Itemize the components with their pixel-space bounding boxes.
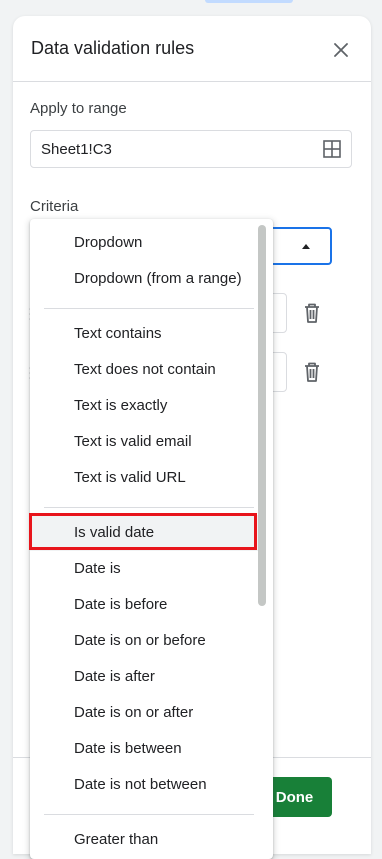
menu-item-dropdown[interactable]: Dropdown [30,225,258,261]
panel-title: Data validation rules [31,38,195,58]
menu-item-text-valid-email[interactable]: Text is valid email [30,424,258,460]
range-input[interactable]: Sheet1!C3 [30,130,352,168]
criteria-label: Criteria [30,198,79,215]
close-icon [334,43,348,57]
criteria-dropdown-menu: Dropdown Dropdown (from a range) Text co… [30,219,273,859]
trash-icon[interactable] [302,361,322,383]
menu-item-date-is[interactable]: Date is [30,551,258,587]
menu-item-is-valid-date[interactable]: Is valid date [30,515,258,551]
menu-item-date-before[interactable]: Date is before [30,587,258,623]
range-value: Sheet1!C3 [41,141,112,158]
menu-divider [44,308,254,309]
menu-scrollbar[interactable] [258,225,266,606]
top-toolbar-hint [205,0,293,3]
menu-item-date-between[interactable]: Date is between [30,731,258,767]
menu-item-text-exactly[interactable]: Text is exactly [30,388,258,424]
menu-item-dropdown-from-range[interactable]: Dropdown (from a range) [30,261,258,297]
close-button[interactable] [329,38,353,62]
header-divider [13,81,371,82]
menu-item-date-not-between[interactable]: Date is not between [30,767,258,803]
grid-select-icon[interactable] [323,140,341,158]
trash-icon[interactable] [302,302,322,324]
menu-item-date-on-or-before[interactable]: Date is on or before [30,623,258,659]
menu-divider [44,507,254,508]
menu-divider [44,814,254,815]
caret-up-icon [302,244,310,249]
menu-item-date-after[interactable]: Date is after [30,659,258,695]
menu-item-date-on-or-after[interactable]: Date is on or after [30,695,258,731]
menu-item-text-contains[interactable]: Text contains [30,316,258,352]
menu-item-greater-than[interactable]: Greater than [30,822,258,858]
menu-item-text-not-contains[interactable]: Text does not contain [30,352,258,388]
menu-item-text-valid-url[interactable]: Text is valid URL [30,460,258,496]
apply-range-label: Apply to range [30,100,127,117]
